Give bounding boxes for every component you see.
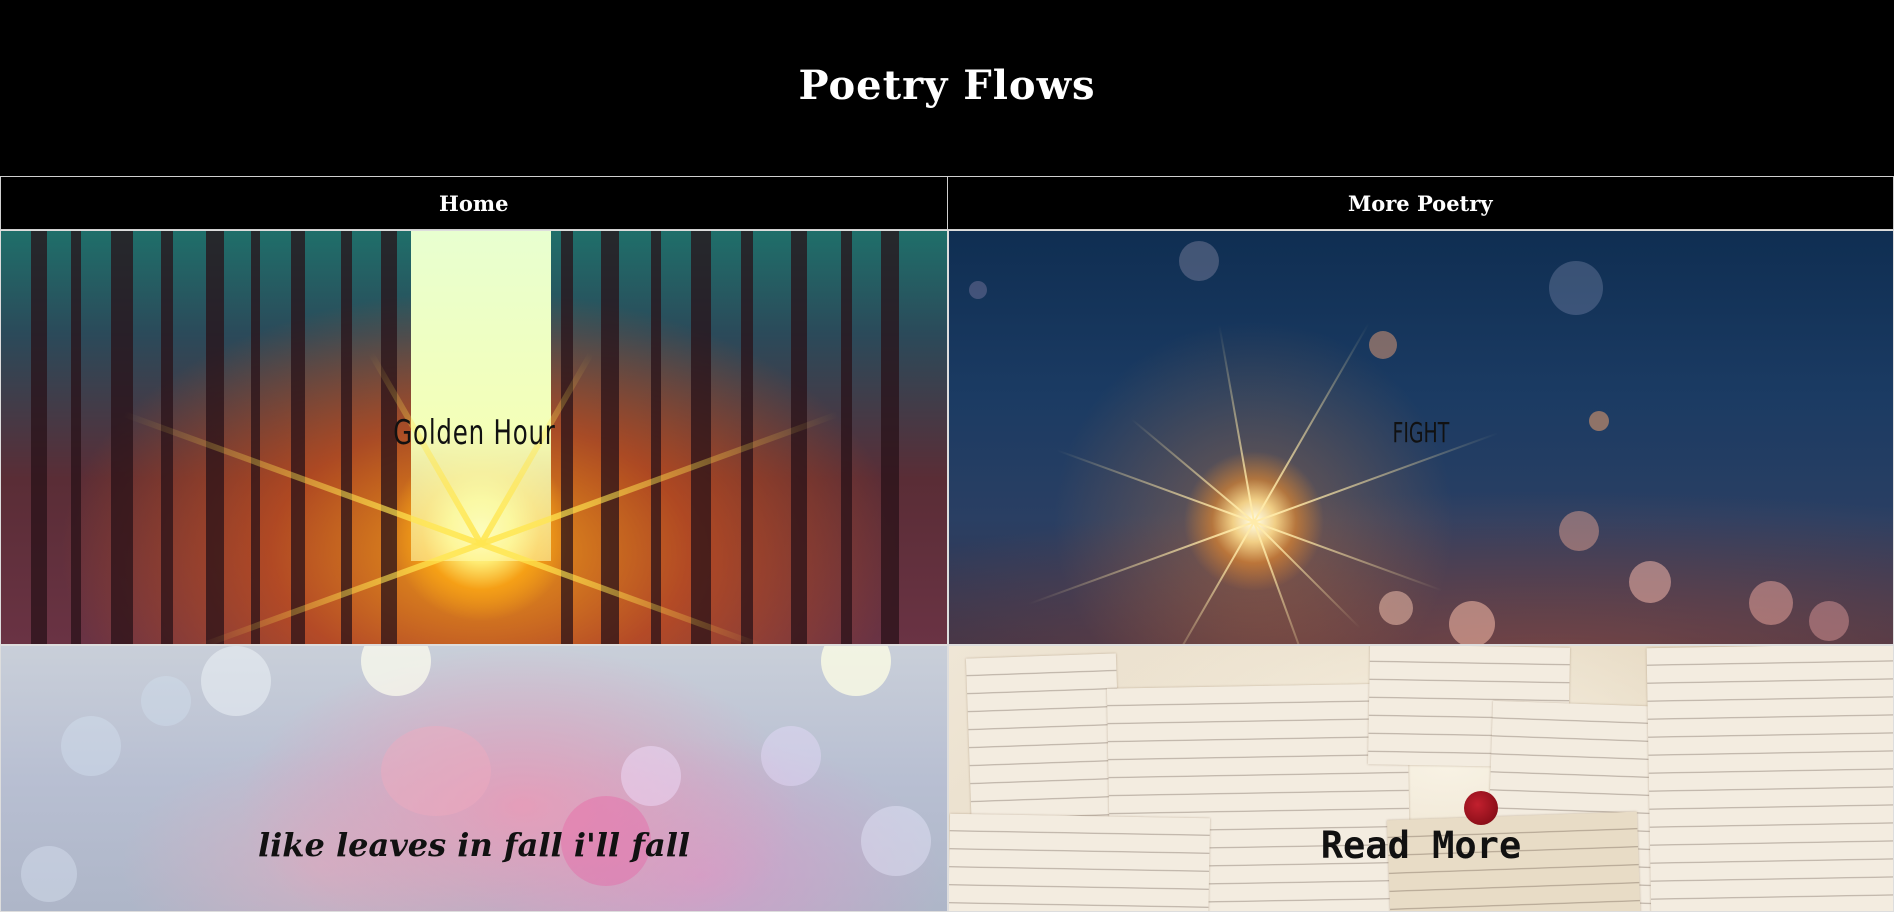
poem-tile-fight[interactable]: FIGHT	[948, 230, 1894, 645]
tree-trunk	[561, 231, 573, 644]
tree-trunk	[111, 231, 133, 644]
spark-line	[1056, 449, 1255, 523]
poem-title: like leaves in fall i'll fall	[257, 826, 691, 864]
tree-trunk	[206, 231, 224, 644]
poem-tile-golden-hour[interactable]: Golden Hour	[0, 230, 948, 645]
flower-blossom	[381, 726, 491, 816]
tree-trunk	[161, 231, 173, 644]
bokeh-light	[821, 646, 891, 696]
poem-grid: Golden Hour FIGHT like leaves in fall i'…	[0, 230, 1894, 912]
spark-line	[1253, 521, 1443, 592]
tree-trunk	[31, 231, 47, 644]
bokeh-light	[61, 716, 121, 776]
tree-trunk	[291, 231, 305, 644]
bokeh-light	[969, 281, 987, 299]
nav-item-home[interactable]: Home	[0, 176, 948, 230]
bokeh-light	[1179, 241, 1219, 281]
bokeh-light	[1449, 601, 1495, 644]
bokeh-light	[201, 646, 271, 716]
tree-trunk	[601, 231, 619, 644]
bokeh-light	[1749, 581, 1793, 625]
bokeh-light	[361, 646, 431, 696]
letter-paper	[1646, 646, 1893, 911]
spark-line	[1218, 324, 1255, 523]
tree-trunk	[71, 231, 81, 644]
spark-line	[1253, 322, 1370, 523]
bokeh-light	[621, 746, 681, 806]
spark-line	[1028, 521, 1255, 606]
bokeh-light	[1549, 261, 1603, 315]
bokeh-light	[1559, 511, 1599, 551]
tree-trunk	[881, 231, 899, 644]
poem-tile-leaves[interactable]: like leaves in fall i'll fall	[0, 645, 948, 912]
read-more-link: Read More	[1320, 824, 1522, 867]
poem-tile-read-more[interactable]: Read More	[948, 645, 1894, 912]
bokeh-light	[1589, 411, 1609, 431]
tree-trunk	[741, 231, 753, 644]
tree-trunk	[841, 231, 852, 644]
tree-trunk	[651, 231, 661, 644]
spark-line	[1253, 432, 1499, 523]
tree-trunk	[691, 231, 711, 644]
site-header: Poetry Flows	[0, 0, 1894, 176]
tree-trunk	[341, 231, 352, 644]
bokeh-light	[1629, 561, 1671, 603]
main-nav: Home More Poetry	[0, 176, 1894, 230]
bokeh-light	[1809, 601, 1849, 641]
tree-trunk	[791, 231, 807, 644]
bokeh-light	[141, 676, 191, 726]
sun-ray	[479, 541, 764, 644]
letter-paper	[965, 653, 1123, 839]
forest-sky-gap	[411, 231, 551, 561]
wax-seal	[1464, 791, 1498, 825]
spark-line	[1130, 418, 1255, 523]
spark-line	[1253, 521, 1361, 629]
bokeh-light	[761, 726, 821, 786]
nav-item-more-poetry[interactable]: More Poetry	[947, 176, 1894, 230]
spark-line	[1163, 521, 1255, 644]
poem-title: Golden Hour	[392, 412, 556, 453]
site-title: Poetry Flows	[798, 62, 1096, 109]
tree-trunk	[251, 231, 260, 644]
bokeh-light	[1369, 331, 1397, 359]
poem-title: FIGHT	[1392, 416, 1450, 449]
bokeh-light	[1379, 591, 1413, 625]
